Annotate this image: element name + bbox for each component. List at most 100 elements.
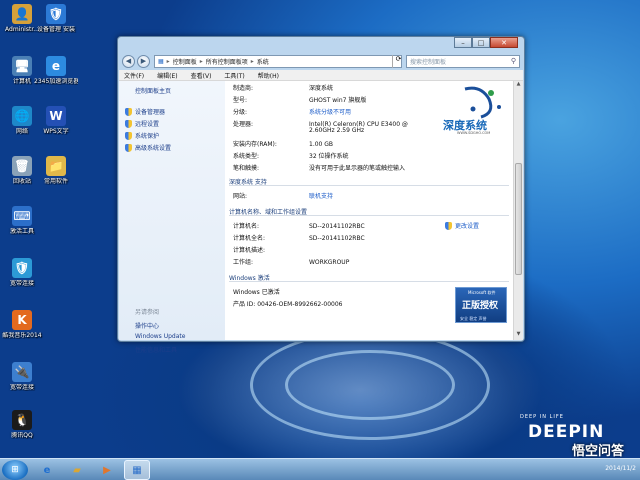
desktop-icon-label: 宽带连接: [9, 280, 34, 287]
recycle-bin-icon: 🗑: [12, 156, 32, 176]
control-panel-icon: ▦: [158, 58, 164, 65]
section-divider: [229, 215, 509, 216]
desktop-icon-qq[interactable]: 🐧 腾讯QQ: [0, 410, 44, 439]
window-titlebar[interactable]: – □ ✕: [118, 37, 524, 51]
control-panel-home-link[interactable]: 控制面板主页: [135, 86, 171, 95]
windows-update-link[interactable]: Windows Update: [135, 333, 185, 340]
back-button[interactable]: ◀: [122, 54, 135, 68]
genuine-software-badge[interactable]: Microsoft 软件 正版授权 安全 稳定 声誉: [455, 287, 507, 323]
device-manager-link[interactable]: 设备管理器: [125, 107, 165, 116]
network-icon: 🌐: [12, 106, 32, 126]
taskbar: ⊞ e ▰ ▶ ▦: [0, 458, 640, 480]
taskbar-explorer-icon[interactable]: ▰: [64, 460, 90, 480]
desktop-icon-label: 激活工具: [9, 228, 34, 235]
search-input[interactable]: 搜索控制面板 ⚲: [406, 55, 520, 68]
menu-tools[interactable]: 工具(T): [224, 71, 244, 80]
breadcrumb-system[interactable]: 系统: [257, 57, 269, 66]
info-row-model: 型号: GHOST win7 旗舰版: [233, 95, 366, 104]
system-protection-link[interactable]: 系统保护: [125, 131, 159, 140]
watermark: 悟空问答: [571, 444, 624, 458]
taskbar-control-panel-icon[interactable]: ▦: [124, 460, 150, 480]
broadband-icon: 🔌: [12, 362, 32, 382]
computer-name-section-title: 计算机名称、域和工作组设置: [229, 207, 509, 216]
advanced-settings-link[interactable]: 高级系统设置: [125, 143, 171, 152]
action-center-link[interactable]: 操作中心: [135, 321, 159, 330]
menu-edit[interactable]: 编辑(E): [157, 71, 177, 80]
info-value: GHOST win7 旗舰版: [309, 97, 367, 104]
window-content: 控制面板主页 设备管理器 远程设置 系统保护 高级系统设置 另请参阅 操作中心 …: [119, 81, 523, 354]
logo-url: WWW.SDGHO.COM: [457, 131, 491, 135]
refresh-icon[interactable]: ⟳: [392, 55, 404, 68]
info-row-description: 计算机描述:: [233, 245, 309, 254]
change-settings-link[interactable]: 更改设置: [445, 221, 479, 230]
taskbar-media-player-icon[interactable]: ▶: [94, 460, 120, 480]
rating-link[interactable]: 系统分级不可用: [309, 107, 351, 116]
info-value: WORKGROUP: [309, 259, 350, 266]
info-row-processor-speed: 2.60GHz 2.59 GHz: [233, 127, 364, 134]
online-support-link[interactable]: 联机支持: [309, 191, 333, 200]
info-row-workgroup: 工作组: WORKGROUP: [233, 257, 349, 266]
user-folder-icon: 👤: [12, 4, 32, 24]
desktop-icon-label: 常用软件: [43, 178, 68, 185]
taskbar-ie-icon[interactable]: e: [34, 460, 60, 480]
change-settings-label: 更改设置: [455, 223, 480, 230]
menu-view[interactable]: 查看(V): [191, 71, 212, 80]
info-value: 1.00 GB: [309, 141, 334, 148]
info-value: 2.60GHz 2.59 GHz: [309, 127, 365, 134]
maximize-button[interactable]: □: [472, 37, 490, 48]
desktop-icon-activation-tool[interactable]: ⌨ 激活工具: [0, 206, 44, 235]
info-key: 笔和触摸:: [233, 165, 260, 172]
search-icon[interactable]: ⚲: [511, 57, 516, 65]
desktop-icon-kuwo[interactable]: K 酷我音乐2014: [0, 310, 44, 339]
desktop-icon-broadband[interactable]: 🔌 宽带连接: [0, 362, 44, 391]
info-value: SD--20141102RBC: [309, 235, 365, 242]
taskbar-clock[interactable]: 2014/11/2: [605, 465, 636, 472]
section-divider: [229, 281, 509, 282]
desktop-icon-device-manager[interactable]: 🛡 设备管理 安装: [34, 4, 78, 33]
desktop-icon-label: 设备管理 安装: [37, 26, 75, 33]
genuine-bottom-text: 安全 稳定 声誉: [460, 316, 487, 321]
menu-file[interactable]: 文件(F): [124, 71, 144, 80]
info-key: 计算机描述:: [233, 247, 266, 254]
address-bar[interactable]: ▦ ▸ 控制面板 ▸ 所有控制面板项 ▸ 系统: [154, 55, 402, 68]
info-row-full-name: 计算机全名: SD--20141102RBC: [233, 233, 365, 242]
info-key: 计算机名:: [233, 223, 260, 230]
link-label: 设备管理器: [135, 109, 166, 116]
shield-icon: [125, 107, 132, 116]
desktop-icon-label: WPS文字: [43, 128, 69, 135]
scrollbar-thumb[interactable]: [515, 163, 522, 275]
minimize-button[interactable]: –: [454, 37, 472, 48]
support-section-title: 深度系统 支持: [229, 177, 509, 186]
menu-help[interactable]: 帮助(H): [258, 71, 279, 80]
info-value: 32 位操作系统: [309, 153, 349, 160]
forward-button[interactable]: ▶: [137, 54, 150, 68]
info-key: 系统类型:: [233, 153, 260, 160]
search-placeholder: 搜索控制面板: [410, 59, 447, 66]
left-pane: 控制面板主页 设备管理器 远程设置 系统保护 高级系统设置 另请参阅 操作中心 …: [119, 81, 225, 354]
scroll-up-arrow-icon[interactable]: ▲: [514, 81, 523, 90]
link-label: 高级系统设置: [135, 145, 172, 152]
desktop-icon-security[interactable]: 🛡 宽带连接: [0, 258, 44, 287]
breadcrumb-all-items[interactable]: 所有控制面板项: [206, 57, 248, 66]
info-row-computer-name: 计算机名: SD--20141102RBC: [233, 221, 365, 230]
scroll-down-arrow-icon[interactable]: ▼: [514, 331, 523, 340]
breadcrumb-control-panel[interactable]: 控制面板: [173, 57, 197, 66]
desktop-icon-browser[interactable]: e 2345加速浏览器: [34, 56, 78, 85]
info-value: 深度系统: [309, 85, 334, 92]
qq-penguin-icon: 🐧: [12, 410, 32, 430]
info-row-manufacturer: 制造商: 深度系统: [233, 83, 333, 92]
desktop-icon-wps[interactable]: W WPS文字: [34, 106, 78, 135]
desktop-icon-software-folder[interactable]: 📁 常用软件: [34, 156, 78, 185]
see-also-heading: 另请参阅: [135, 309, 160, 316]
info-row-website: 网站: 联机支持: [233, 191, 333, 200]
vertical-scrollbar[interactable]: ▲ ▼: [513, 81, 523, 340]
folder-icon: 📁: [46, 156, 66, 176]
info-row-ram: 安装内存(RAM): 1.00 GB: [233, 139, 333, 148]
performance-info-link[interactable]: 性能信息和工具: [135, 345, 177, 354]
brand-name: DEEPIN: [528, 422, 605, 442]
shield-icon: [445, 221, 452, 230]
start-button[interactable]: ⊞: [2, 460, 28, 480]
genuine-main-text: 正版授权: [462, 301, 499, 311]
close-button[interactable]: ✕: [490, 37, 518, 48]
remote-settings-link[interactable]: 远程设置: [125, 119, 159, 128]
